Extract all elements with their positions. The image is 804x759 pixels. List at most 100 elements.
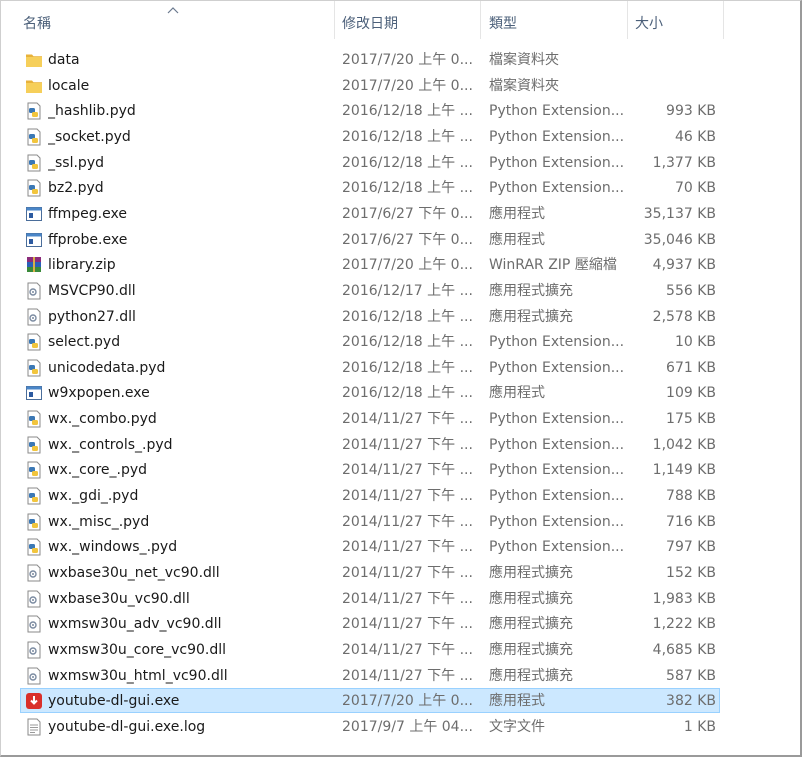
- file-name: python27.dll: [48, 308, 136, 325]
- column-divider[interactable]: [723, 1, 724, 39]
- file-name: wx._core_.pyd: [48, 462, 148, 479]
- youtube-dl-gui-icon: [25, 692, 43, 710]
- file-name: wx._controls_.pyd: [48, 436, 173, 453]
- column-header-type[interactable]: 類型: [467, 1, 627, 39]
- dll-icon: [25, 641, 43, 659]
- file-name: bz2.pyd: [48, 180, 104, 197]
- file-type: 應用程式: [489, 693, 545, 710]
- column-header-size[interactable]: 大小: [613, 1, 723, 39]
- file-type: Python Extension...: [489, 513, 624, 530]
- file-row[interactable]: _socket.pyd 2016/12/18 上午 ... Python Exten…: [20, 124, 720, 149]
- file-type: 應用程式擴充: [489, 282, 573, 299]
- file-row[interactable]: ffprobe.exe 2017/6/27 下午 0... 應用程式 35,046 K…: [20, 227, 720, 252]
- file-row[interactable]: _ssl.pyd 2016/12/18 上午 ... Python Extensio…: [20, 150, 720, 175]
- file-name: MSVCP90.dll: [48, 282, 136, 299]
- file-row[interactable]: wxbase30u_vc90.dll 2014/11/27 下午 ... 應用程式擴…: [20, 586, 720, 611]
- file-size: 1,042 KB: [652, 436, 716, 453]
- file-row[interactable]: wx._windows_.pyd 2014/11/27 下午 ... Python …: [20, 534, 720, 559]
- file-type: Python Extension...: [489, 539, 624, 556]
- file-name: library.zip: [48, 257, 116, 274]
- file-row[interactable]: wx._gdi_.pyd 2014/11/27 下午 ... Python Exte…: [20, 483, 720, 508]
- file-row[interactable]: bz2.pyd 2016/12/18 上午 ... Python Extension…: [20, 175, 720, 200]
- file-modified-date: 2017/9/7 上午 04...: [342, 718, 472, 735]
- file-type: 應用程式: [489, 205, 545, 222]
- file-type: Python Extension...: [489, 180, 624, 197]
- file-name: youtube-dl-gui.exe.log: [48, 718, 206, 735]
- file-size: 1 KB: [683, 718, 716, 735]
- file-row[interactable]: wx._core_.pyd 2014/11/27 下午 ... Python Ext…: [20, 457, 720, 482]
- file-modified-date: 2016/12/18 上午 ...: [342, 154, 472, 171]
- file-row[interactable]: wxmsw30u_adv_vc90.dll 2014/11/27 下午 ... 應用…: [20, 611, 720, 636]
- file-row[interactable]: wx._misc_.pyd 2014/11/27 下午 ... Python Ext…: [20, 509, 720, 534]
- file-row[interactable]: library.zip 2017/7/20 上午 0... WinRAR ZIP 壓…: [20, 252, 720, 277]
- file-type: 應用程式擴充: [489, 667, 573, 684]
- file-modified-date: 2016/12/18 上午 ...: [342, 385, 472, 402]
- file-modified-date: 2014/11/27 下午 ...: [342, 488, 472, 505]
- file-modified-date: 2014/11/27 下午 ...: [342, 590, 472, 607]
- file-name: select.pyd: [48, 334, 121, 351]
- file-type: 應用程式擴充: [489, 590, 573, 607]
- file-row[interactable]: python27.dll 2016/12/18 上午 ... 應用程式擴充 2,578…: [20, 304, 720, 329]
- file-modified-date: 2016/12/18 上午 ...: [342, 103, 472, 120]
- file-name: ffprobe.exe: [48, 231, 128, 248]
- file-type: Python Extension...: [489, 488, 624, 505]
- file-row[interactable]: wx._controls_.pyd 2014/11/27 下午 ... Python…: [20, 432, 720, 457]
- column-header-name[interactable]: 名稱: [1, 1, 334, 39]
- file-explorer-window: 名稱 修改日期 類型 大小 data 2017/7/20 上午 0... 檔案資料夾…: [0, 0, 802, 757]
- python-file-icon: [25, 538, 43, 556]
- file-row[interactable]: wxmsw30u_core_vc90.dll 2014/11/27 下午 ... 應…: [20, 637, 720, 662]
- python-file-icon: [25, 461, 43, 479]
- file-modified-date: 2016/12/18 上午 ...: [342, 128, 472, 145]
- file-row[interactable]: unicodedata.pyd 2016/12/18 上午 ... Python E…: [20, 355, 720, 380]
- file-row[interactable]: wxmsw30u_html_vc90.dll 2014/11/27 下午 ... 應…: [20, 663, 720, 688]
- file-size: 152 KB: [666, 565, 716, 581]
- file-size: 109 KB: [666, 385, 716, 402]
- file-type: 檔案資料夾: [489, 77, 559, 94]
- file-row[interactable]: _hashlib.pyd 2016/12/18 上午 ... Python Exte…: [20, 98, 720, 123]
- folder-icon: [25, 51, 43, 69]
- file-size: 175 KB: [666, 411, 716, 428]
- file-name: youtube-dl-gui.exe: [48, 693, 180, 710]
- file-modified-date: 2017/6/27 下午 0...: [342, 205, 472, 222]
- file-modified-date: 2014/11/27 下午 ...: [342, 513, 472, 530]
- python-file-icon: [25, 487, 43, 505]
- dll-icon: [25, 590, 43, 608]
- file-name: wx._misc_.pyd: [48, 513, 150, 530]
- file-size: 1,149 KB: [652, 462, 716, 479]
- file-modified-date: 2017/7/20 上午 0...: [342, 693, 472, 710]
- file-modified-date: 2014/11/27 下午 ...: [342, 462, 472, 479]
- file-size: 993 KB: [666, 103, 716, 120]
- file-row[interactable]: wx._combo.pyd 2014/11/27 下午 ... Python Ext…: [20, 406, 720, 431]
- file-row[interactable]: youtube-dl-gui.exe.log 2017/9/7 上午 04... 文…: [20, 714, 720, 739]
- file-size: [621, 48, 716, 72]
- file-name: unicodedata.pyd: [48, 359, 166, 376]
- file-row[interactable]: select.pyd 2016/12/18 上午 ... Python Extens…: [20, 329, 720, 354]
- file-size: 797 KB: [666, 539, 716, 556]
- file-modified-date: 2014/11/27 下午 ...: [342, 436, 472, 453]
- file-name: _socket.pyd: [48, 128, 131, 145]
- file-type: Python Extension...: [489, 128, 624, 145]
- file-row[interactable]: locale 2017/7/20 上午 0... 檔案資料夾: [20, 73, 720, 98]
- file-type: Python Extension...: [489, 411, 624, 428]
- file-row[interactable]: w9xpopen.exe 2016/12/18 上午 ... 應用程式 109 KB: [20, 380, 720, 405]
- file-row[interactable]: youtube-dl-gui.exe 2017/7/20 上午 0... 應用程式 3…: [20, 688, 720, 714]
- file-size: 4,937 KB: [652, 257, 716, 274]
- file-size: 2,578 KB: [652, 308, 716, 325]
- file-type: WinRAR ZIP 壓縮檔: [489, 257, 617, 274]
- python-file-icon: [25, 179, 43, 197]
- dll-icon: [25, 564, 43, 582]
- column-header-date[interactable]: 修改日期: [320, 1, 480, 39]
- file-row[interactable]: MSVCP90.dll 2016/12/17 上午 ... 應用程式擴充 556 KB: [20, 278, 720, 303]
- file-name: wx._windows_.pyd: [48, 539, 178, 556]
- python-file-icon: [25, 436, 43, 454]
- file-row[interactable]: data 2017/7/20 上午 0... 檔案資料夾: [20, 47, 720, 72]
- file-size: 46 KB: [674, 128, 716, 145]
- file-type: Python Extension...: [489, 103, 624, 120]
- folder-icon: [25, 77, 43, 95]
- file-type: Python Extension...: [489, 154, 624, 171]
- file-row[interactable]: ffmpeg.exe 2017/6/27 下午 0... 應用程式 35,137 KB: [20, 201, 720, 226]
- file-row[interactable]: wxbase30u_net_vc90.dll 2014/11/27 下午 ... 應…: [20, 560, 720, 585]
- file-name: _ssl.pyd: [48, 154, 104, 171]
- file-modified-date: 2016/12/18 上午 ...: [342, 180, 472, 197]
- file-size: 35,137 KB: [643, 205, 716, 222]
